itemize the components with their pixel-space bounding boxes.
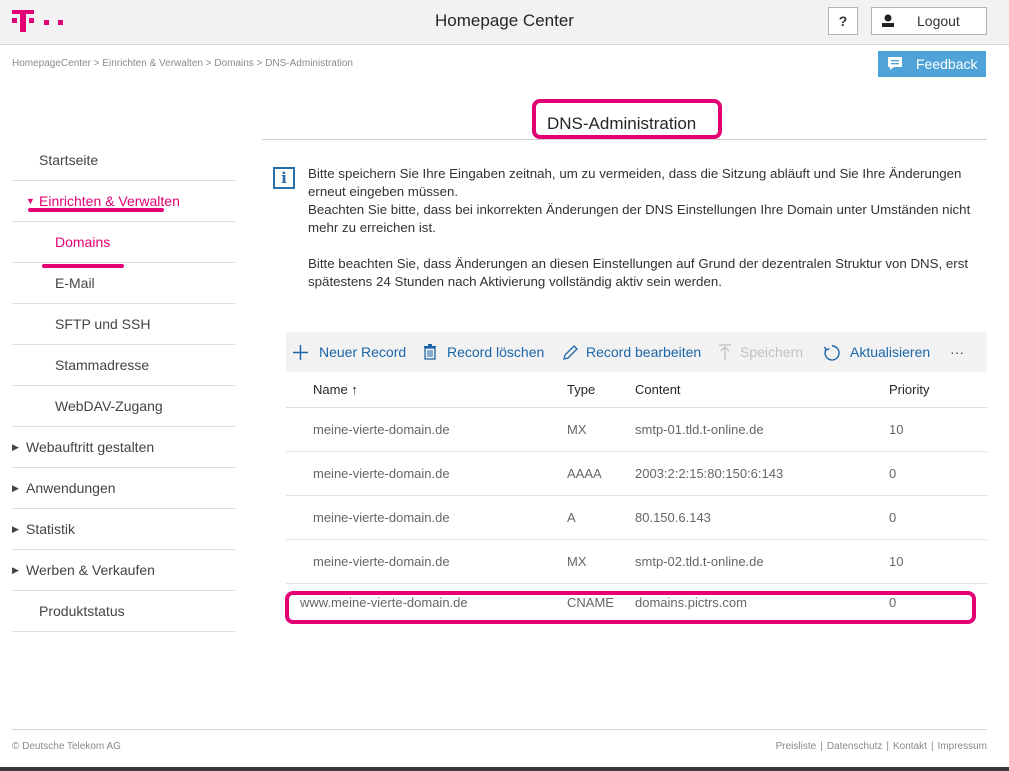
sidebar-item-label: Domains (55, 234, 111, 250)
help-button[interactable]: ? (828, 7, 858, 35)
cell-priority: 0 (889, 466, 897, 481)
cell-priority: 0 (889, 510, 897, 525)
cell-type: AAAA (567, 466, 602, 481)
breadcrumb[interactable]: HomepageCenter > Einrichten & Verwalten … (12, 58, 353, 69)
footer-link-datenschutz[interactable]: Datenschutz (827, 741, 883, 752)
sidebar-item-label: Startseite (39, 152, 99, 168)
cell-type: A (567, 510, 576, 525)
cell-content: smtp-01.tld.t-online.de (635, 422, 764, 437)
save-label: Speichern (740, 344, 804, 360)
pencil-icon (563, 345, 578, 360)
record-toolbar: Neuer Record Record löschen Record bearb… (286, 332, 987, 372)
footer-link-impressum[interactable]: Impressum (938, 741, 987, 752)
info-paragraph: Bitte speichern Sie Ihre Eingaben zeitna… (308, 166, 962, 199)
sidebar-item-email[interactable]: E-Mail (12, 263, 235, 304)
cell-name: meine-vierte-domain.de (313, 466, 450, 481)
column-header-content[interactable]: Content (635, 372, 681, 407)
cell-type: MX (567, 554, 587, 569)
table-header: Name ↑ Type Content Priority (286, 372, 987, 408)
sidebar-item-sftp-ssh[interactable]: SFTP und SSH (12, 304, 235, 345)
info-paragraph: Beachten Sie bitte, dass bei inkorrekten… (308, 202, 971, 235)
sidebar-item-einrichten-verwalten[interactable]: ▼ Einrichten & Verwalten (12, 181, 235, 222)
upload-arrow-icon (719, 344, 731, 360)
sidebar-item-startseite[interactable]: Startseite (12, 140, 235, 181)
column-header-priority[interactable]: Priority (889, 372, 929, 407)
cell-content: smtp-02.tld.t-online.de (635, 554, 764, 569)
sidebar-item-label: Einrichten & Verwalten (39, 193, 180, 209)
sidebar-nav: Startseite ▼ Einrichten & Verwalten Doma… (12, 140, 235, 632)
caret-right-icon: ▶ (12, 565, 19, 575)
sidebar-item-label: Anwendungen (26, 480, 116, 496)
table-row[interactable]: meine-vierte-domain.de A 80.150.6.143 0 (286, 496, 987, 540)
column-header-type[interactable]: Type (567, 372, 595, 407)
sidebar-item-domains[interactable]: Domains (12, 222, 235, 263)
info-paragraph: Bitte beachten Sie, dass Änderungen an d… (308, 256, 969, 289)
footer-link-preisliste[interactable]: Preisliste (776, 741, 817, 752)
underline-annotation (28, 208, 164, 212)
feedback-label: Feedback (916, 56, 978, 72)
sidebar-item-produktstatus[interactable]: Produktstatus (12, 591, 235, 632)
footer-link-kontakt[interactable]: Kontakt (893, 741, 927, 752)
sidebar-item-webauftritt[interactable]: ▶ Webauftritt gestalten (12, 427, 235, 468)
copyright: © Deutsche Telekom AG (12, 741, 121, 752)
underline-annotation (42, 264, 124, 268)
caret-right-icon: ▶ (12, 442, 19, 452)
logout-button[interactable]: Logout (871, 7, 987, 35)
refresh-icon (823, 345, 840, 361)
caret-right-icon: ▶ (12, 483, 19, 493)
user-icon (882, 14, 894, 27)
sidebar-item-label: E-Mail (55, 275, 95, 291)
more-options-button[interactable]: ··· (950, 332, 964, 372)
footer-divider (12, 729, 987, 730)
sidebar-item-label: Stammadresse (55, 357, 150, 373)
new-record-label: Neuer Record (319, 344, 407, 360)
info-message: Bitte speichern Sie Ihre Eingaben zeitna… (308, 165, 983, 291)
window-bottom-edge (0, 767, 1009, 771)
sidebar-item-webdav[interactable]: WebDAV-Zugang (12, 386, 235, 427)
table-row[interactable]: meine-vierte-domain.de MX smtp-01.tld.t-… (286, 408, 987, 452)
cell-priority: 10 (889, 422, 904, 437)
trash-icon (424, 344, 436, 360)
info-icon: i (273, 167, 295, 189)
cell-priority: 10 (889, 554, 904, 569)
sidebar-item-label: Werben & Verkaufen (26, 562, 155, 578)
cell-name: meine-vierte-domain.de (313, 510, 450, 525)
sidebar-item-statistik[interactable]: ▶ Statistik (12, 509, 235, 550)
feedback-button[interactable]: Feedback (878, 51, 986, 77)
title-highlight-annotation (532, 99, 722, 139)
top-bar: Homepage Center ? Logout (0, 0, 1009, 45)
cell-content: 80.150.6.143 (635, 510, 711, 525)
sidebar-item-label: Produktstatus (39, 603, 125, 619)
sidebar-item-label: SFTP und SSH (55, 316, 151, 332)
sidebar-item-label: WebDAV-Zugang (55, 398, 163, 414)
delete-record-label: Record löschen (447, 344, 545, 360)
sidebar-item-stammadresse[interactable]: Stammadresse (12, 345, 235, 386)
table-row[interactable]: meine-vierte-domain.de AAAA 2003:2:2:15:… (286, 452, 987, 496)
plus-icon (293, 345, 308, 360)
cell-name: meine-vierte-domain.de (313, 554, 450, 569)
logout-label: Logout (917, 13, 960, 29)
sidebar-item-label: Statistik (26, 521, 76, 537)
caret-down-icon: ▼ (26, 196, 35, 206)
feedback-icon (888, 57, 902, 70)
cell-content: 2003:2:2:15:80:150:6:143 (635, 466, 784, 481)
dns-records-table: Name ↑ Type Content Priority meine-viert… (286, 372, 987, 622)
footer-links: Preisliste | Datenschutz | Kontakt | Impressum (775, 741, 987, 752)
sidebar-item-anwendungen[interactable]: ▶ Anwendungen (12, 468, 235, 509)
sidebar-item-label: Webauftritt gestalten (26, 439, 155, 455)
row-highlight-annotation (285, 591, 976, 624)
title-divider (262, 139, 987, 140)
refresh-label: Aktualisieren (850, 344, 931, 360)
table-row[interactable]: meine-vierte-domain.de MX smtp-02.tld.t-… (286, 540, 987, 584)
caret-right-icon: ▶ (12, 524, 19, 534)
cell-type: MX (567, 422, 587, 437)
sidebar-item-werben-verkaufen[interactable]: ▶ Werben & Verkaufen (12, 550, 235, 591)
cell-name: meine-vierte-domain.de (313, 422, 450, 437)
edit-record-label: Record bearbeiten (586, 344, 702, 360)
column-header-name[interactable]: Name ↑ (313, 372, 358, 407)
